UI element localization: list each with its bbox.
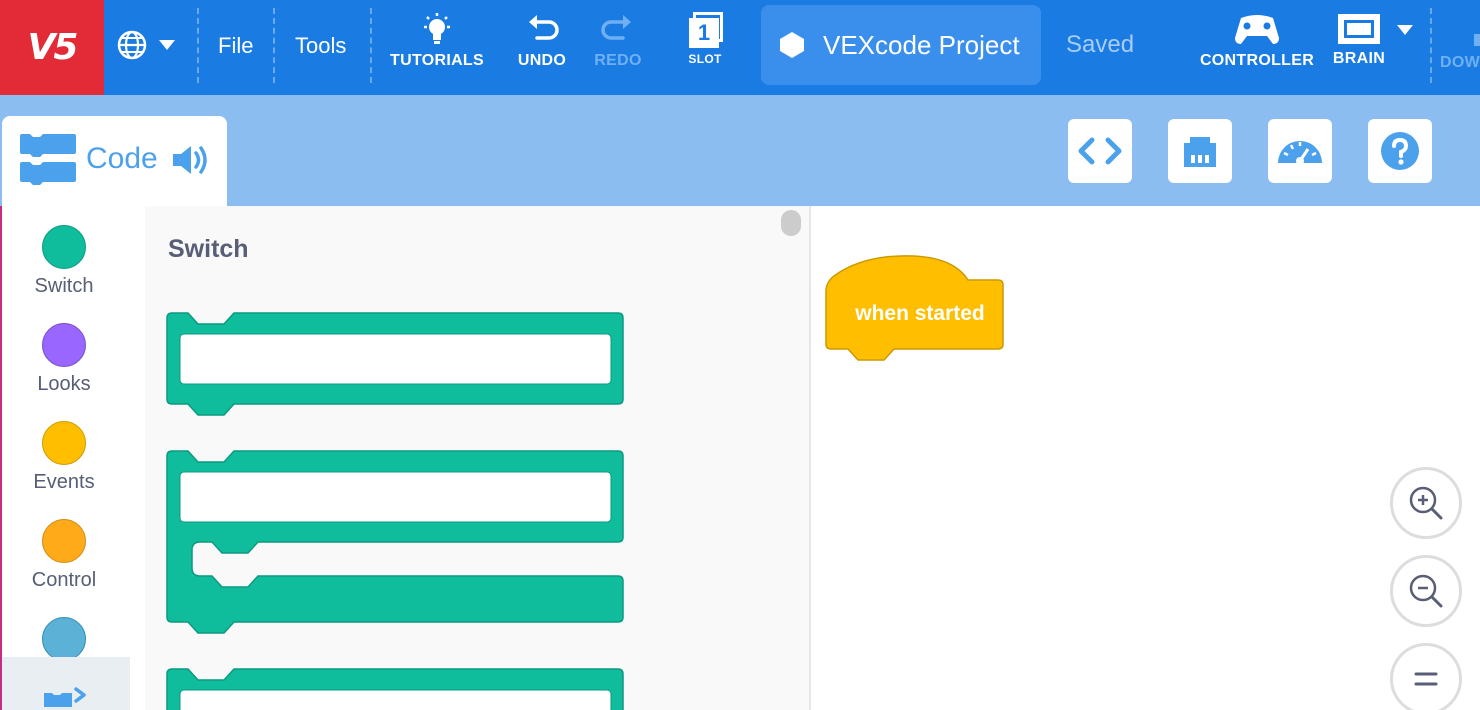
logo-text: V5 [27,27,79,68]
help-button[interactable] [1368,119,1432,183]
download-button[interactable]: DOW [1440,12,1480,72]
category-label: Looks [37,373,91,395]
vexcode-app: V5 File Tools TUTORIALS UNDO REDO 1 SLOT… [0,0,1480,710]
menu-separator [197,8,199,83]
language-menu[interactable] [116,28,186,62]
code-viewer-button[interactable] [1068,119,1132,183]
menu-separator [1430,8,1432,83]
brain-label: BRAIN [1332,50,1386,67]
equals-icon [1414,672,1438,686]
devices-icon [1184,137,1216,167]
blocks-icon [20,134,76,185]
chevron-down-icon [159,40,175,50]
brain-icon [1338,14,1380,44]
category-dot [42,323,86,367]
tools-menu[interactable]: Tools [295,33,346,59]
slot-number: 1 [697,20,711,45]
code-tab-label: Code [86,142,158,175]
category-label: Control [31,569,97,591]
category-dot [42,225,86,269]
category-sensing[interactable] [0,617,128,661]
switch-block[interactable] [166,312,626,418]
file-menu[interactable]: File [218,33,253,59]
undo-button[interactable]: UNDO [512,12,572,70]
undo-icon [529,15,559,40]
menu-separator [273,8,275,83]
tutorials-button[interactable]: TUTORIALS [390,12,484,70]
redo-icon [601,15,631,40]
category-dot [42,617,86,661]
menu-separator [370,8,372,83]
download-icon [1440,12,1480,50]
slot-label: SLOT [688,52,722,66]
brain-button[interactable]: BRAIN [1326,12,1392,68]
globe-icon [117,30,147,60]
controller-button[interactable]: CONTROLLER [1200,12,1314,70]
project-name: VEXcode Project [823,29,1020,60]
palette-scrollbar[interactable] [781,210,801,236]
speaker-icon[interactable] [170,142,212,178]
devices-button[interactable] [1168,119,1232,183]
vex-logo[interactable]: V5 [0,0,104,95]
zoom-in-icon [1409,486,1443,520]
zoom-reset-button[interactable] [1390,643,1462,710]
chevron-down-icon[interactable] [1396,24,1414,36]
tutorials-label: TUTORIALS [390,52,484,69]
category-my-blocks[interactable] [2,657,130,710]
slot-button[interactable]: 1 SLOT [680,12,730,66]
category-looks[interactable]: Looks [0,323,128,396]
when-started-label: when started [855,302,985,325]
project-name-field[interactable]: VEXcode Project [761,5,1041,85]
category-label: Events [33,471,95,493]
category-events[interactable]: Events [0,421,128,494]
undo-label: UNDO [517,52,567,69]
palette-title: Switch [168,235,249,263]
help-icon [1381,132,1419,170]
slot-icon: 1 [685,12,725,50]
zoom-out-icon [1409,574,1443,608]
category-label: Switch [34,275,94,297]
category-dot [42,519,86,563]
switch-block[interactable] [166,668,626,710]
switch-blocks-icon [44,687,86,707]
lightbulb-icon [424,13,450,44]
redo-label: REDO [594,52,642,69]
dashboard-icon [1278,141,1322,165]
dashboard-button[interactable] [1268,119,1332,183]
code-view-icon [1078,137,1122,165]
tab-code[interactable]: Code [2,116,227,208]
top-menu-bar: V5 File Tools TUTORIALS UNDO REDO 1 SLOT… [0,0,1480,95]
controller-icon [1235,15,1279,44]
switch-c-block[interactable] [166,450,626,638]
redo-button[interactable]: REDO [590,12,646,70]
category-dot [42,421,86,465]
zoom-out-button[interactable] [1390,555,1462,627]
category-control[interactable]: Control [0,519,128,592]
category-switch[interactable]: Switch [0,225,128,298]
download-label: DOW [1440,54,1480,71]
save-status: Saved [1066,31,1135,58]
zoom-in-button[interactable] [1390,467,1462,539]
controller-label: CONTROLLER [1199,52,1315,69]
hexagon-icon [780,32,804,58]
